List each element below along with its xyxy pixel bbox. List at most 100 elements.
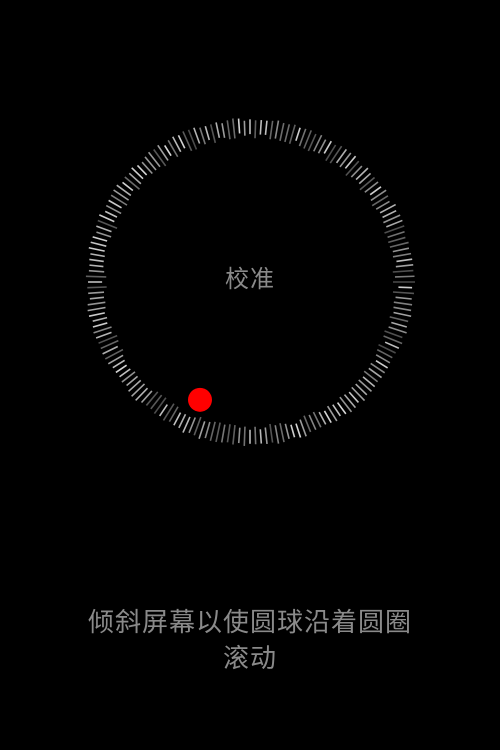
dial-tick bbox=[104, 210, 118, 218]
dial-tick bbox=[108, 199, 122, 209]
dial-tick bbox=[288, 124, 296, 144]
dial-tick bbox=[393, 301, 413, 306]
dial-tick bbox=[88, 291, 105, 295]
dial-tick bbox=[90, 241, 107, 247]
dial-tick bbox=[243, 426, 246, 446]
dial-tick bbox=[394, 275, 415, 278]
dial-tick bbox=[389, 241, 409, 248]
dial-tick bbox=[188, 417, 196, 434]
instruction-text: 倾斜屏幕以使圆球沿着圆圈滚动 bbox=[87, 608, 412, 674]
dial-tick bbox=[395, 296, 412, 300]
dial-tick bbox=[254, 426, 257, 445]
dial-tick bbox=[345, 160, 360, 177]
dial-tick bbox=[215, 122, 221, 139]
dial-tick bbox=[298, 128, 307, 147]
dial-tick bbox=[112, 359, 126, 369]
dial-tick bbox=[88, 312, 105, 317]
dial-tick bbox=[173, 412, 182, 426]
dial-tick bbox=[153, 149, 167, 167]
dial-tick bbox=[182, 416, 191, 433]
dial-tick bbox=[269, 120, 274, 140]
dial-tick bbox=[395, 264, 414, 268]
dial-tick bbox=[351, 386, 366, 402]
dial-tick bbox=[122, 181, 134, 192]
dial-tick bbox=[124, 176, 141, 190]
dial-tick bbox=[308, 414, 317, 431]
dial-tick bbox=[92, 236, 108, 242]
dial-tick bbox=[158, 404, 168, 417]
dial-tick bbox=[388, 236, 406, 244]
dial-tick bbox=[369, 186, 382, 196]
dial-tick bbox=[382, 209, 397, 219]
dial-tick bbox=[232, 424, 236, 445]
dial-tick bbox=[136, 164, 148, 176]
dial-tick bbox=[87, 306, 106, 312]
dial-tick bbox=[226, 424, 231, 443]
dial-tick bbox=[284, 124, 291, 143]
dial-tick bbox=[290, 424, 296, 438]
dial-tick bbox=[323, 140, 332, 154]
dial-tick bbox=[318, 411, 327, 425]
dial-tick bbox=[93, 326, 112, 334]
dial-tick bbox=[375, 360, 389, 369]
calibration-screen: 校准 倾斜屏幕以使圆球沿着圆圈滚动 bbox=[0, 0, 500, 750]
dial-tick bbox=[389, 316, 409, 323]
dial-tick bbox=[92, 322, 108, 328]
dial-tick bbox=[264, 120, 268, 135]
dial-tick bbox=[226, 120, 231, 140]
dial-tick bbox=[339, 396, 353, 413]
dial-tick bbox=[392, 291, 415, 295]
dial-tick bbox=[274, 120, 280, 139]
dial-tick bbox=[259, 120, 263, 135]
dial-tick bbox=[396, 258, 413, 263]
dial-tick bbox=[204, 421, 211, 439]
dial-tick bbox=[178, 413, 187, 429]
dial-tick bbox=[391, 321, 408, 328]
dial-tick bbox=[269, 423, 274, 443]
dial-tick bbox=[329, 145, 343, 164]
dial-tick bbox=[221, 123, 226, 138]
dial-tick bbox=[96, 231, 112, 238]
dial-tick bbox=[279, 423, 285, 443]
dial-tick bbox=[87, 301, 106, 306]
dial-tick bbox=[209, 124, 217, 144]
dial-tick bbox=[388, 326, 407, 334]
dial-tick bbox=[89, 296, 105, 300]
dial-tick bbox=[279, 122, 285, 141]
dial-tick bbox=[237, 427, 241, 444]
dial-tick bbox=[153, 397, 167, 415]
dial-tick bbox=[384, 341, 400, 350]
dial-tick bbox=[89, 258, 104, 263]
dial-tick bbox=[88, 269, 105, 273]
dial-tick bbox=[254, 120, 257, 139]
dial-tick bbox=[323, 410, 332, 424]
dial-tick bbox=[96, 225, 112, 233]
dial-tick bbox=[119, 368, 131, 378]
dial-tick bbox=[90, 253, 105, 258]
dial-tick bbox=[317, 139, 327, 154]
dial-tick bbox=[264, 427, 268, 444]
dial-tick bbox=[295, 127, 301, 142]
dial-tick bbox=[259, 429, 263, 444]
dial-tick bbox=[303, 415, 312, 433]
dial-tick bbox=[232, 118, 236, 139]
dial-tick bbox=[387, 231, 405, 239]
dial-tick bbox=[299, 419, 307, 437]
dial-tick bbox=[332, 404, 342, 417]
dial-tick bbox=[384, 330, 403, 339]
rolling-ball[interactable] bbox=[187, 387, 212, 412]
dial-tick bbox=[199, 127, 207, 145]
dial-tick bbox=[193, 127, 201, 144]
dial-tick bbox=[87, 286, 107, 289]
dial-tick bbox=[98, 214, 115, 223]
dial-tick bbox=[215, 422, 221, 443]
dial-tick bbox=[392, 247, 410, 253]
dial-tick bbox=[95, 331, 112, 339]
dial-tick bbox=[131, 383, 146, 397]
dial-tick bbox=[115, 364, 128, 374]
dial-tick bbox=[392, 252, 412, 258]
dial-tick bbox=[393, 306, 412, 312]
dial-tick bbox=[204, 125, 211, 141]
dial-tick bbox=[386, 219, 403, 228]
dial-tick bbox=[237, 118, 241, 134]
